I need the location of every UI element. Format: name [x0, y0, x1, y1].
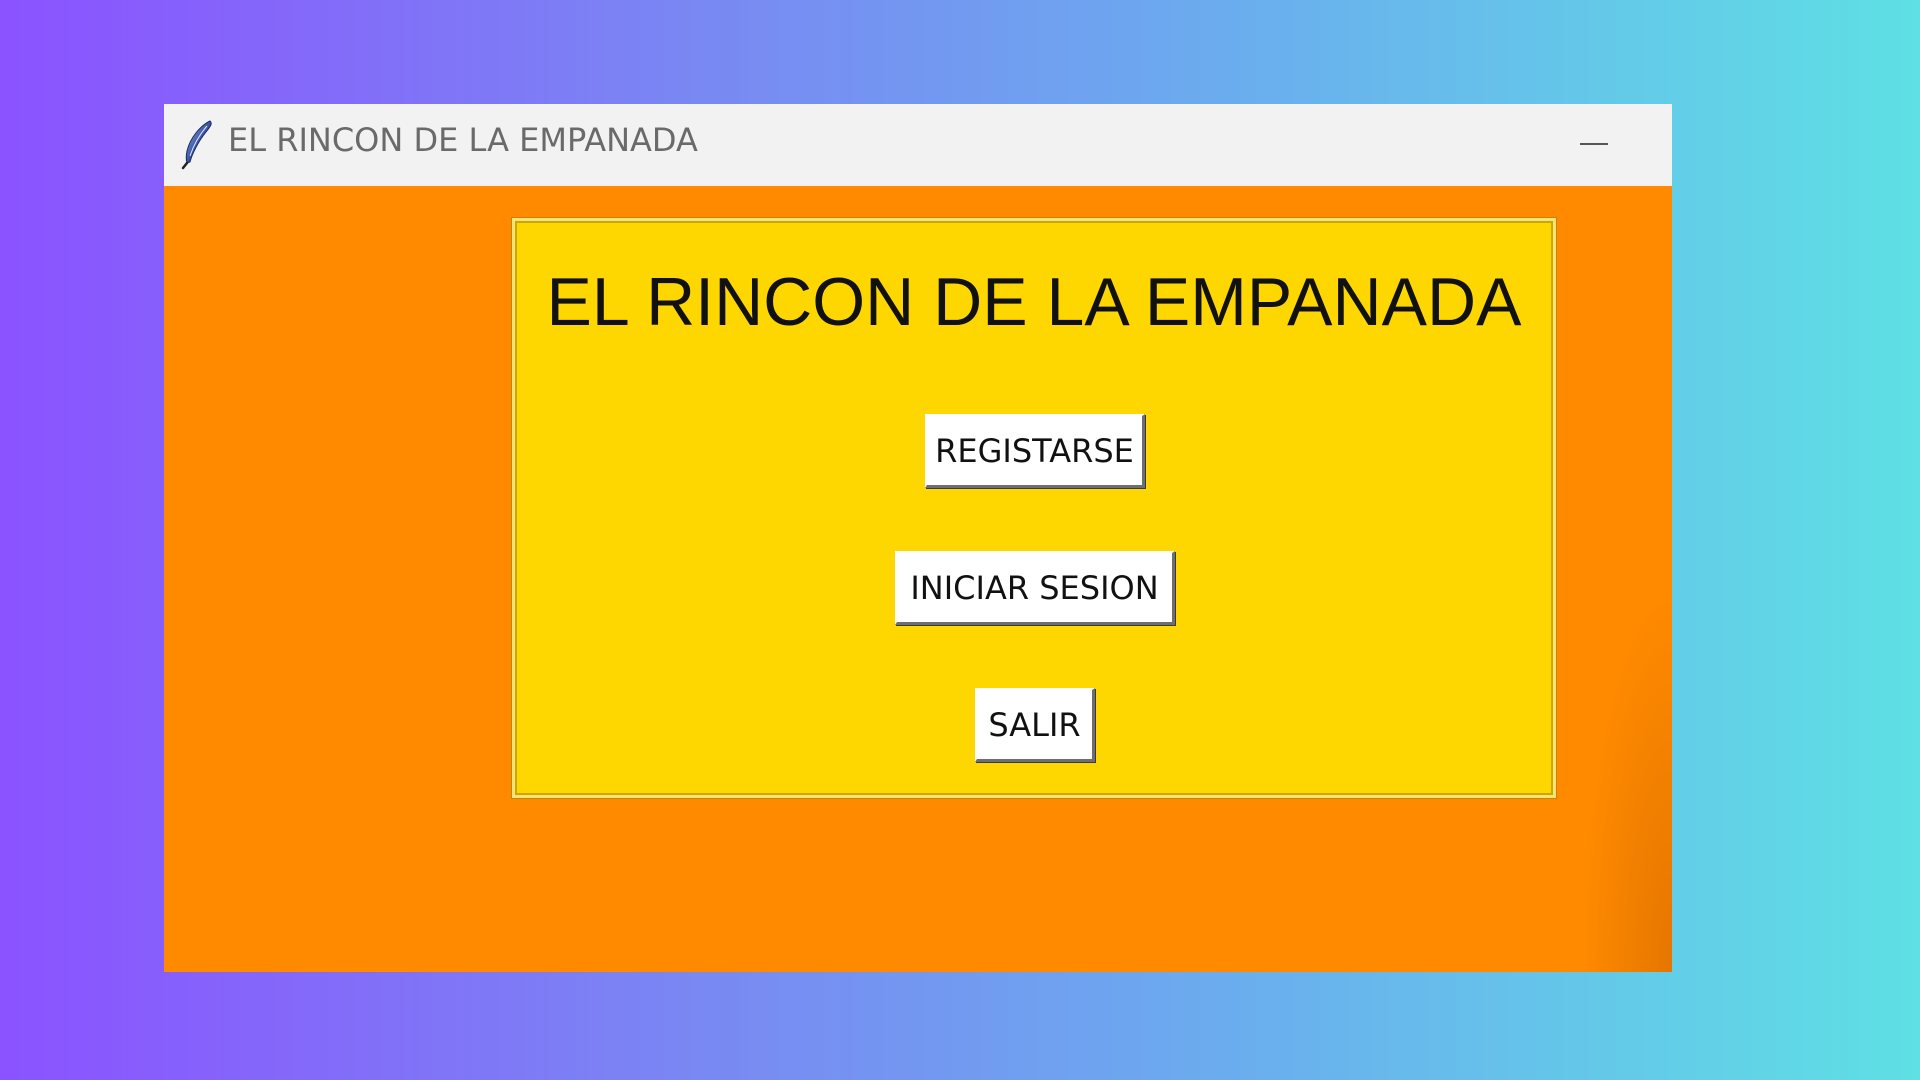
window-title: EL RINCON DE LA EMPANADA: [228, 121, 698, 159]
exit-button[interactable]: SALIR: [975, 688, 1095, 762]
login-button[interactable]: INICIAR SESION: [895, 551, 1175, 625]
title-bar[interactable]: EL RINCON DE LA EMPANADA: [164, 104, 1672, 186]
minimize-button[interactable]: [1566, 120, 1620, 168]
feather-icon: [181, 120, 212, 170]
window-shadow: [1582, 586, 1672, 972]
app-window: EL RINCON DE LA EMPANADA EL RINCON DE LA…: [164, 104, 1672, 972]
menu-panel: EL RINCON DE LA EMPANADA REGISTARSE INIC…: [512, 218, 1556, 798]
page-title: EL RINCON DE LA EMPANADA: [546, 264, 1522, 340]
register-button[interactable]: REGISTARSE: [925, 414, 1145, 488]
main-content: EL RINCON DE LA EMPANADA REGISTARSE INIC…: [164, 186, 1672, 972]
minimize-icon: [1580, 143, 1608, 145]
